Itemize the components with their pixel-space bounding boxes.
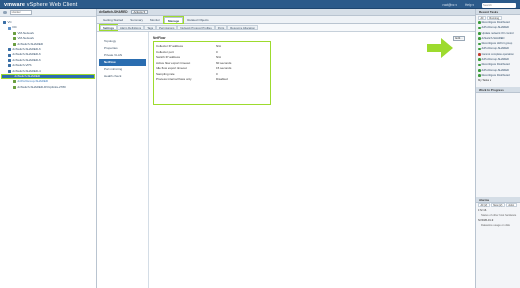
tree-node-icon [10,75,13,79]
setting-label: Process internal flows only [156,77,192,81]
tree-node-icon [3,21,6,25]
task-status-icon [478,69,481,72]
task-status-icon [478,58,481,62]
object-title: dvSwitch-SHARED [99,10,128,14]
tree-node-label: DC [12,25,17,30]
alarms-tabs: All (2) New (2) Ackn [476,203,520,208]
task-status-icon [478,53,481,56]
alarms-tab[interactable]: Ackn [505,203,517,208]
sidenav-item-health-check[interactable]: Health check [97,73,148,80]
alarm-description: Datastore usage on disk [481,224,510,228]
tree-node-label: dvSwitch-SHARED-DVUplinks-2780 [17,84,66,89]
task-status-icon [478,26,481,30]
netflow-settings-table: Collector IP address N/A Collector port 0 Sw… [153,41,271,105]
tree-node-icon [8,64,11,68]
user-menu[interactable]: root@vc ▾ [443,3,457,8]
back-icon[interactable] [3,10,7,15]
object-tabs: Getting Started Summary Monitor Manage Relat… [97,16,475,24]
setting-value: 15 seconds [216,66,232,70]
subtab-permissions[interactable]: Permissions [156,25,178,30]
alarms-tab[interactable]: New (2) [490,203,505,208]
settings-sidenav: Topology Properties Private VLAN NetFlow Por… [97,32,149,288]
tree-node-icon [13,37,16,41]
tree-node-icon [8,53,11,57]
main-content: dvSwitch-SHARED Actions ▾ Getting Starte… [97,9,475,288]
setting-value: Disabled [216,77,228,81]
settings-row: Process internal flows only Disabled [156,77,268,83]
tab-related-objects[interactable]: Related Objects [184,17,211,23]
subtab-alarm-definitions[interactable]: Alarm Definitions [117,25,145,30]
tab-getting-started[interactable]: Getting Started [100,17,126,23]
manage-subtabs: Settings Alarm Definitions Tags Permissions… [97,24,475,32]
subtab-settings[interactable]: Settings [98,24,119,31]
sidenav-item-properties[interactable]: Properties [97,45,148,52]
vsphere-logo[interactable]: vmware vSphere Web Client [4,2,77,8]
subtab-ports[interactable]: Ports [214,25,228,30]
top-bar: vmware vSphere Web Client root@vc ▾ Help… [0,0,520,9]
inventory-navigator: vCenter VC DC VM-Network VM-Network dvSwitch… [0,9,97,288]
tree-node-icon [8,58,11,62]
actions-menu-button[interactable]: Actions ▾ [130,9,148,15]
tree-node-icon [13,80,16,84]
navigator-home-selector[interactable]: vCenter [9,10,32,15]
netflow-panel: NetFlow Edit... Collector IP address N/A C… [153,36,471,105]
task-status-icon [478,37,481,40]
tree-node-icon [8,26,11,30]
recent-tasks-list: Reconfigure Distributed dvPortGroup-SHARE… [476,20,520,78]
sidenav-item-private-vlan[interactable]: Private VLAN [97,52,148,59]
task-status-icon [478,47,481,51]
tree-node-icon [8,48,11,52]
alarms-list: 172.16. Status of other host hardware NVD1… [476,208,520,229]
task-status-icon [478,74,481,77]
tree-node[interactable]: dvSwitch-SHARED-DVUplinks-2780 [0,85,96,90]
tree-node-icon [8,69,11,73]
task-status-icon [478,31,481,35]
sidenav-item-netflow[interactable]: NetFlow [99,59,146,66]
inventory-tree: VC DC VM-Network VM-Network dvSwitch-SHARED d… [0,17,96,90]
navigator-header: vCenter [0,9,96,17]
tree-node-icon [13,31,16,35]
global-search-input[interactable]: Search [482,2,516,8]
right-panel: Recent Tasks All Running Reconfigure Dist… [475,9,520,288]
tree-node-label: VC [7,20,12,24]
tab-manage[interactable]: Manage [163,16,184,24]
tab-monitor[interactable]: Monitor [147,17,163,23]
task-status-icon [478,42,481,46]
object-title-bar: dvSwitch-SHARED Actions ▾ [97,9,475,16]
tab-summary[interactable]: Summary [127,17,146,23]
top-bar-right: root@vc ▾ Help ▾ Search [443,2,516,8]
tasks-tab[interactable]: Running [486,15,502,20]
edit-button[interactable]: Edit... [453,36,465,41]
subtab-resource-allocation[interactable]: Resource Allocation [227,25,259,30]
pointer-arrow-icon [427,38,453,58]
subtab-tags[interactable]: Tags [144,25,157,30]
tree-node-icon [13,85,16,89]
task-status-icon [478,63,481,67]
sidenav-item-port-mirroring[interactable]: Port mirroring [97,66,148,73]
work-in-progress-body [476,93,520,197]
tasks-tab[interactable]: All [478,15,486,20]
sidenav-item-topology[interactable]: Topology [97,38,148,45]
tree-node-icon [13,42,16,46]
task-status-icon [478,21,481,24]
subtab-network-protocol-profiles[interactable]: Network Protocol Profiles [177,25,215,30]
alarms-tab[interactable]: All (2) [478,203,490,208]
help-menu[interactable]: Help ▾ [465,3,474,8]
